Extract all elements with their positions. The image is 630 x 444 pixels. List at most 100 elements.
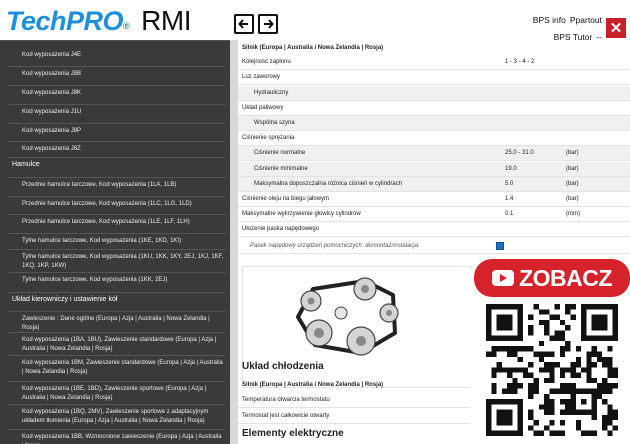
sidebar-category[interactable]: Hamulce xyxy=(0,161,230,170)
qr-code[interactable] xyxy=(486,304,618,436)
sidebar-item[interactable]: Kod wyposażenia 1BB, Wzmocnione zawiesze… xyxy=(0,433,230,444)
spec-label: Ułożenie paska napędowego xyxy=(242,226,320,233)
spec-label: Maksymalna dopuszczalna różnica ciśnień … xyxy=(254,180,403,187)
bps-info-link[interactable]: BPS info xyxy=(533,15,566,25)
spec-label: Ciśnienie normalne xyxy=(254,150,306,157)
spec-value: 25.0 - 31.0 xyxy=(505,150,534,157)
arrow-right-icon xyxy=(264,19,274,29)
sidebar-item[interactable]: Przednie hamulce tarczowe, Kod wyposażen… xyxy=(0,181,230,190)
sidebar-separator xyxy=(8,429,226,430)
spec-unit: (bar) xyxy=(566,150,579,157)
spec-row: Luz zaworowy xyxy=(238,70,630,86)
sidebar-separator xyxy=(8,141,226,142)
spec-label: Ciśnienie oleju na biegu jałowym xyxy=(242,196,330,202)
sidebar-item[interactable]: Tylne hamulce tarczowe, Kod wyposażenia … xyxy=(0,253,230,270)
sidebar-item[interactable]: Kod wyposażenia (1BE, 1BD), Zawieszenie … xyxy=(0,385,230,402)
logo-pro: PRO xyxy=(66,6,124,36)
app-window: TechPRO® RMI BPS info Ppartout BPS Tutor --… xyxy=(0,0,630,444)
sidebar-separator xyxy=(8,249,226,250)
spec-value: 19.0 xyxy=(505,165,517,172)
forward-button[interactable] xyxy=(258,14,278,34)
arrow-left-icon xyxy=(238,19,248,29)
belt-note-link[interactable]: Pasek napędowy urządzeń pomocniczych: de… xyxy=(250,243,418,249)
app-logo: TechPRO® RMI xyxy=(6,6,191,37)
spec-value: 0.1 xyxy=(505,211,514,218)
sidebar-item[interactable]: Przednie hamulce tarczowe, Kod wyposażen… xyxy=(0,200,230,209)
sidebar-item[interactable]: Kod wyposażenia (1BQ, 2MV), Zawieszenie … xyxy=(0,408,230,425)
back-button[interactable] xyxy=(234,14,254,34)
sidebar-item[interactable]: Kod wyposażenia J8K xyxy=(0,89,230,98)
logo-tech: Tech xyxy=(6,6,67,36)
spec-label: Wspólna szyna xyxy=(254,120,295,126)
spec-row: Ciśnienie minimalne 19.0 (bar) xyxy=(238,161,630,177)
belt-note-row: Pasek napędowy urządzeń pomocniczych: de… xyxy=(238,238,630,254)
electrical-section-title: Elementy elektryczne xyxy=(242,428,344,439)
spec-row: Kolejność zapłonu 1 - 3 - 4 - 2 xyxy=(238,55,630,71)
sidebar-separator xyxy=(8,123,226,124)
sidebar-separator xyxy=(8,292,226,293)
logo-registered: ® xyxy=(123,21,130,31)
sidebar-item[interactable]: Kod wyposażenia (1BA, 1BU), Zawieszenie … xyxy=(0,336,230,353)
sidebar-item[interactable]: Kod wyposażenia J8P xyxy=(0,127,230,136)
spec-label: Maksymalne wykrzywienie głowicy cylindró… xyxy=(242,211,361,218)
belt-note-checkbox[interactable] xyxy=(496,241,504,250)
sidebar-item[interactable]: Tylne hamulce tarczowe, Kod wyposażenia … xyxy=(0,276,230,285)
sidebar-item[interactable]: Tylne hamulce tarczowe, Kod wyposażenia … xyxy=(0,237,230,246)
top-bar: TechPRO® RMI BPS info Ppartout BPS Tutor --… xyxy=(0,0,630,42)
sidebar-item[interactable]: Przednie hamulce tarczowe, Kod wyposażen… xyxy=(0,218,230,227)
spec-label: Luz zaworowy xyxy=(242,74,281,81)
spec-row: Ciśnienie sprężania xyxy=(238,131,630,147)
spec-unit: (bar) xyxy=(566,165,579,172)
panel-divider[interactable] xyxy=(230,40,238,444)
thermostat-open-label: Temperatura otwarcia termostatu xyxy=(242,397,330,403)
spec-unit: (bar) xyxy=(566,180,579,187)
sidebar-item[interactable]: Zawieszenie : Dane ogólne (Europa | Azja… xyxy=(0,315,230,332)
spec-unit: (mm) xyxy=(566,211,580,218)
sidebar-separator xyxy=(8,233,226,234)
spec-label: Kolejność zapłonu xyxy=(242,59,291,66)
spec-label: Silnik (Europa | Australia i Nowa Zeland… xyxy=(242,44,384,51)
cooling-section-title: Układ chłodzenia xyxy=(242,361,324,372)
sidebar-item[interactable]: Kod wyposażenia J8B xyxy=(0,70,230,79)
spec-label: Hydrauliczny xyxy=(254,89,289,96)
spec-row: Silnik (Europa | Australia i Nowa Zeland… xyxy=(238,40,630,55)
spec-row: Wspólna szyna xyxy=(238,116,630,131)
thermostat-full-label: Termostat jest całkowicie otwarty xyxy=(242,413,330,419)
spec-label: Układ paliwowy xyxy=(242,104,284,111)
close-icon: ✕ xyxy=(609,20,623,37)
sidebar-separator xyxy=(8,332,226,333)
spec-label: Ciśnienie sprężania xyxy=(242,135,295,142)
cooling-engine-label: Silnik (Europa | Australia i Nowa Zeland… xyxy=(242,381,384,388)
spec-row: Maksymalna dopuszczalna różnica ciśnień … xyxy=(238,176,630,192)
sidebar-separator xyxy=(8,66,226,67)
sidebar-separator xyxy=(8,355,226,356)
spec-label: Ciśnienie minimalne xyxy=(254,165,308,172)
sidebar-separator xyxy=(8,381,226,382)
sidebar-separator xyxy=(8,404,226,405)
youtube-watch-button[interactable]: ZOBACZ xyxy=(474,259,630,297)
spec-row: Układ paliwowy xyxy=(238,101,630,116)
spec-value: 5.0 xyxy=(505,180,514,187)
sidebar-item[interactable]: Kod wyposażenia J4E xyxy=(0,51,230,60)
spec-row: Ciśnienie oleju na biegu jałowym 1.4 (bar) xyxy=(238,192,630,207)
sidebar-item[interactable]: Kod wyposażenia J8Z xyxy=(0,145,230,154)
sidebar-separator xyxy=(8,214,226,215)
sidebar-separator xyxy=(8,311,226,312)
sidebar: Kod wyposażenia J4E Kod wyposażenia J8B Ko… xyxy=(0,40,230,444)
sidebar-separator xyxy=(8,272,226,273)
spec-value: 1 - 3 - 4 - 2 xyxy=(505,59,535,66)
sidebar-separator xyxy=(8,196,226,197)
sidebar-separator xyxy=(8,104,226,105)
sidebar-item[interactable]: Kod wyposażenia J1U xyxy=(0,108,230,117)
close-button[interactable]: ✕ xyxy=(606,18,626,38)
spec-unit: (bar) xyxy=(566,196,579,202)
sidebar-item[interactable]: Kod wyposażenia 1BM, Zawieszenie standar… xyxy=(0,359,230,376)
youtube-play-icon xyxy=(492,270,515,286)
spec-row: Maksymalne wykrzywienie głowicy cylindró… xyxy=(238,207,630,223)
ppartout-link[interactable]: Ppartout xyxy=(570,15,602,25)
sidebar-separator xyxy=(8,85,226,86)
sidebar-separator xyxy=(8,177,226,178)
sidebar-separator xyxy=(8,157,226,158)
sidebar-category[interactable]: Układ kierowniczy i ustawienie kół xyxy=(0,296,230,305)
spec-row: Ułożenie paska napędowego xyxy=(238,222,630,238)
